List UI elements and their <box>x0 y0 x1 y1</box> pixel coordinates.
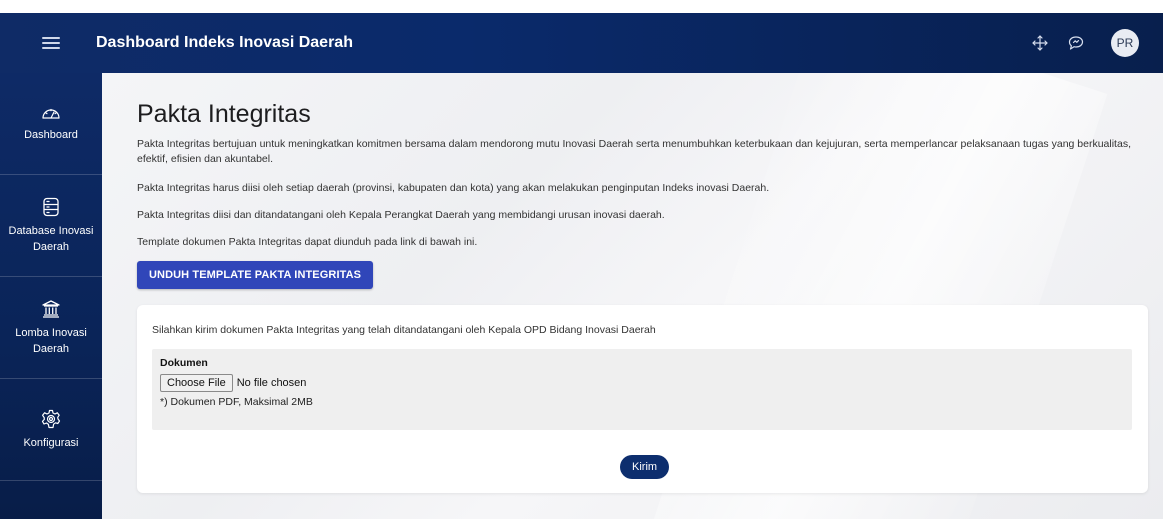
sidebar-item-dashboard[interactable]: Dashboard <box>0 73 102 175</box>
chat-icon[interactable] <box>1065 32 1087 54</box>
sidebar: Dashboard Database Inovasi Daerah Lomba … <box>0 73 102 519</box>
top-right-actions: PR <box>1029 29 1163 57</box>
move-icon[interactable] <box>1029 32 1051 54</box>
sidebar-item-label: Konfigurasi <box>23 436 79 449</box>
institution-icon <box>42 299 60 318</box>
menu-button[interactable] <box>0 13 102 73</box>
avatar[interactable]: PR <box>1111 29 1139 57</box>
file-input[interactable]: Choose File No file chosen <box>160 374 306 392</box>
paragraph-requirement: Pakta Integritas harus diisi oleh setiap… <box>137 182 770 194</box>
choose-file-button[interactable]: Choose File <box>160 374 233 392</box>
page-title: Pakta Integritas <box>137 100 311 128</box>
speedometer-icon <box>42 108 60 119</box>
sidebar-item-lomba[interactable]: Lomba Inovasi Daerah <box>0 277 102 379</box>
upload-card: Silahkan kirim dokumen Pakta Integritas … <box>137 305 1148 493</box>
top-bar: Dashboard Indeks Inovasi Daerah PR <box>0 13 1163 73</box>
submit-button[interactable]: Kirim <box>620 455 670 479</box>
sidebar-item-database[interactable]: Database Inovasi Daerah <box>0 175 102 277</box>
paragraph-template: Template dokumen Pakta Integritas dapat … <box>137 236 478 248</box>
paragraph-signer: Pakta Integritas diisi dan ditandatangan… <box>137 209 665 221</box>
file-hint: *) Dokumen PDF, Maksimal 2MB <box>160 396 313 408</box>
sidebar-item-label: Lomba Inovasi Daerah <box>15 326 87 355</box>
sidebar-item-label: Dashboard <box>24 128 78 141</box>
sidebar-item-label: Database Inovasi Daerah <box>8 224 94 253</box>
download-template-button[interactable]: UNDUH TEMPLATE PAKTA INTEGRITAS <box>137 261 374 289</box>
app-title: Dashboard Indeks Inovasi Daerah <box>96 34 353 51</box>
file-status: No file chosen <box>236 377 307 389</box>
main-content: Pakta Integritas Pakta Integritas bertuj… <box>102 73 1163 519</box>
paragraph-purpose: Pakta Integritas bertujuan untuk meningk… <box>137 138 1131 165</box>
sidebar-item-konfigurasi[interactable]: Konfigurasi <box>0 379 102 481</box>
menu-icon <box>42 37 60 49</box>
gear-icon <box>41 409 61 428</box>
document-label: Dokumen <box>160 357 208 369</box>
database-icon <box>43 197 59 216</box>
document-form: Dokumen Choose File No file chosen *) Do… <box>152 349 1132 430</box>
upload-intro: Silahkan kirim dokumen Pakta Integritas … <box>152 324 656 336</box>
